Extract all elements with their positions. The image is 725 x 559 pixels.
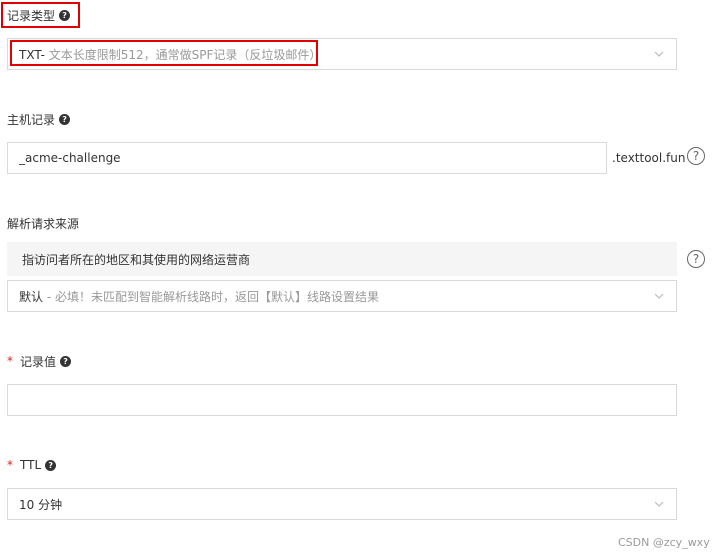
host-record-help-icon[interactable]: ? (59, 113, 71, 125)
resolution-source-select-value: 默认 - 必填！未匹配到智能解析线路时，返回【默认】线路设置结果 (19, 288, 645, 305)
record-value-label-text: 记录值 (20, 354, 57, 369)
resolution-source-label-text: 解析请求来源 (7, 216, 80, 231)
resolution-source-hint: 指访问者所在的地区和其使用的网络运营商 (7, 242, 677, 276)
chevron-down-icon (654, 293, 664, 299)
resolution-source-value-main: 默认 (19, 289, 44, 304)
chevron-down-icon (654, 51, 664, 57)
record-type-value-highlight (10, 40, 318, 66)
ttl-select[interactable]: 10 分钟 (7, 488, 677, 520)
required-asterisk: * (7, 354, 13, 368)
host-record-help-circle-icon[interactable]: ? (687, 147, 705, 165)
ttl-label: * TTL ? (7, 457, 57, 473)
chevron-down-icon (654, 501, 664, 507)
required-asterisk: * (7, 458, 13, 472)
host-record-input[interactable] (19, 151, 595, 165)
ttl-select-value: 10 分钟 (19, 497, 63, 512)
ttl-label-text: TTL (20, 458, 42, 472)
ttl-help-icon[interactable]: ? (45, 459, 57, 471)
record-value-input[interactable] (19, 393, 665, 407)
watermark: CSDN @zcy_wxy (618, 536, 710, 549)
host-record-label: 主机记录 ? (7, 111, 71, 127)
resolution-source-help-circle-icon[interactable]: ? (687, 250, 705, 268)
record-type-label: 记录类型 ? (7, 7, 71, 23)
record-value-input-wrap (7, 384, 677, 416)
host-record-suffix: .texttool.fun (612, 151, 686, 165)
record-type-label-text: 记录类型 (7, 8, 56, 23)
resolution-source-hint-text: 指访问者所在的地区和其使用的网络运营商 (22, 252, 251, 267)
record-type-help-icon[interactable]: ? (59, 9, 71, 21)
host-record-input-wrap (7, 142, 607, 174)
record-value-help-icon[interactable]: ? (60, 355, 72, 367)
host-record-label-text: 主机记录 (7, 112, 56, 127)
resolution-source-select[interactable]: 默认 - 必填！未匹配到智能解析线路时，返回【默认】线路设置结果 (7, 280, 677, 312)
resolution-source-label: 解析请求来源 (7, 215, 79, 231)
resolution-source-value-desc: - 必填！未匹配到智能解析线路时，返回【默认】线路设置结果 (43, 289, 379, 304)
record-value-label: * 记录值 ? (7, 353, 72, 369)
